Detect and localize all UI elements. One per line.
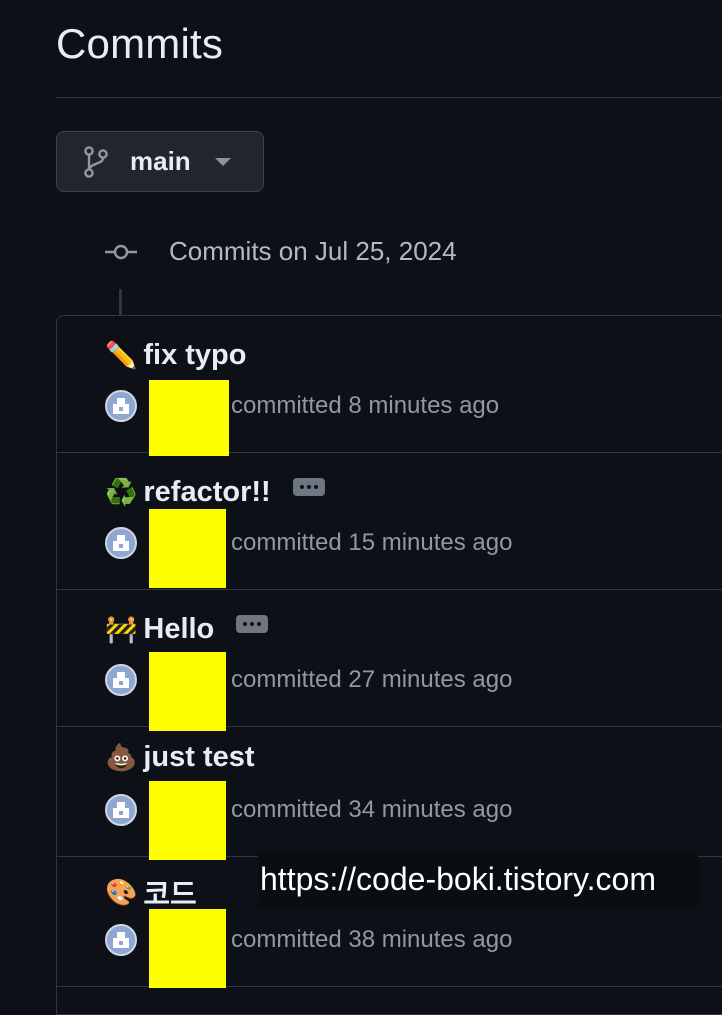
avatar[interactable] <box>105 527 137 559</box>
commit-timestamp: committed 8 minutes ago <box>231 392 500 419</box>
commit-message: refactor!! <box>143 476 271 508</box>
commit-timestamp: committed 38 minutes ago <box>231 926 513 953</box>
commit-date-group-heading: Commits on Jul 25, 2024 <box>104 236 457 267</box>
commit-message: Hello <box>143 613 215 645</box>
commit-title-link[interactable]: 💩 just test <box>105 741 255 774</box>
commit-message: fix typo <box>143 339 247 371</box>
branch-name: main <box>130 146 191 176</box>
expand-description-button[interactable] <box>236 614 269 633</box>
title-divider <box>56 97 722 98</box>
avatar[interactable] <box>105 390 137 422</box>
palette-emoji-icon: 🎨 <box>105 876 138 907</box>
commit-date-label: Commits on Jul 25, 2024 <box>169 236 457 266</box>
avatar[interactable] <box>105 924 137 956</box>
commit-title-link[interactable]: ♻️ refactor!! <box>105 476 325 509</box>
commit-message: 코드 <box>143 879 197 911</box>
pencil-emoji-icon: ✏️ <box>105 340 138 370</box>
git-branch-icon <box>83 145 111 178</box>
commit-timestamp: committed 34 minutes ago <box>231 796 513 823</box>
chevron-down-icon <box>214 157 231 166</box>
poop-emoji-icon: 💩 <box>105 742 138 772</box>
redaction-block <box>149 509 226 588</box>
commit-title-link[interactable]: 🚧 Hello <box>105 613 269 646</box>
branch-select-button[interactable]: main <box>56 131 264 192</box>
construction-emoji-icon: 🚧 <box>105 614 138 644</box>
commit-timestamp: committed 15 minutes ago <box>231 529 513 556</box>
git-commit-icon <box>104 242 138 262</box>
redaction-block <box>149 909 226 988</box>
recycle-emoji-icon: ♻️ <box>105 477 138 507</box>
expand-description-button[interactable] <box>292 477 325 496</box>
commit-title-link[interactable]: ✏️ fix typo <box>105 339 247 372</box>
commit-message: just test <box>143 741 255 773</box>
redaction-block <box>149 781 226 860</box>
redaction-block <box>149 652 226 731</box>
avatar[interactable] <box>105 794 137 826</box>
timeline-connector <box>119 289 122 316</box>
page-title: Commits <box>56 20 224 67</box>
watermark-url: https://code-boki.tistory.com <box>258 851 698 907</box>
redaction-block <box>149 380 229 456</box>
commit-title-link[interactable]: 🎨 코드 <box>105 871 197 913</box>
commit-timestamp: committed 27 minutes ago <box>231 666 513 693</box>
avatar[interactable] <box>105 664 137 696</box>
